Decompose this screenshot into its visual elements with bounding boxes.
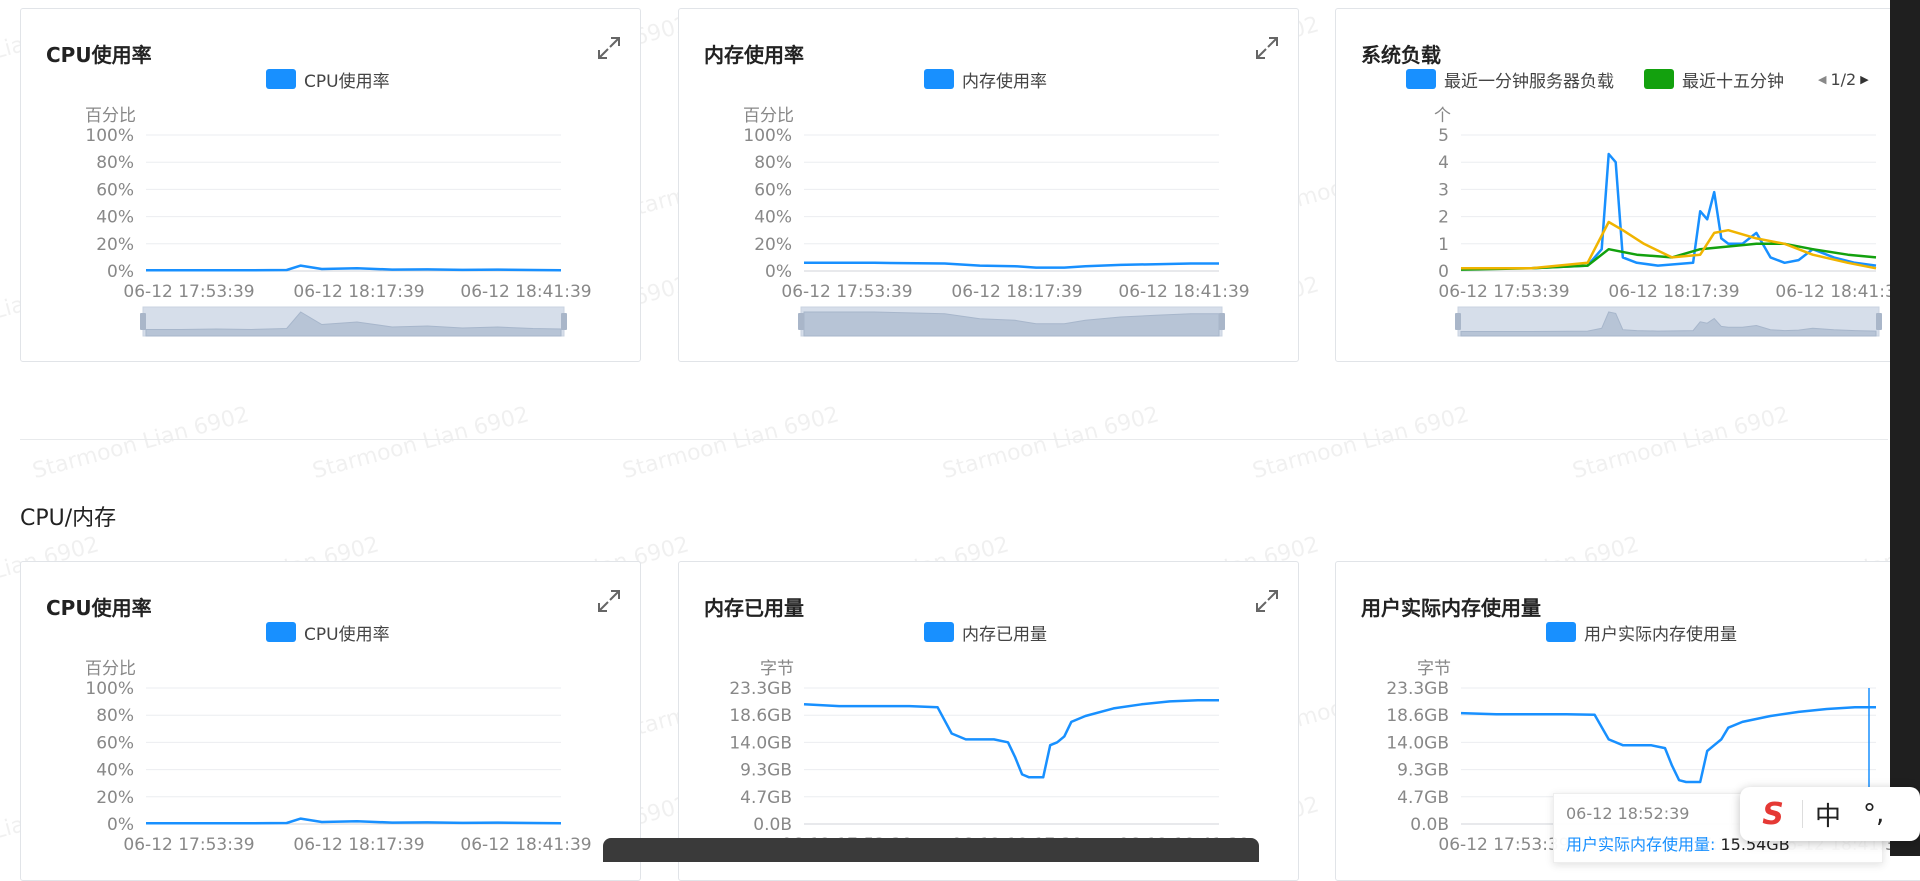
x-tick-label: 06-12 18:17:39	[293, 282, 424, 302]
y-tick-label: 100%	[85, 126, 134, 146]
cpu-usage-card-2: CPU使用率 CPU使用率 百分比 100% 80% 60% 40% 20% 0% 06-12…	[20, 561, 641, 881]
data-zoom-handle-start[interactable]	[1455, 313, 1461, 330]
section-title: CPU/内存	[20, 506, 117, 531]
y-axis-label: 百分比	[743, 106, 794, 126]
data-zoom-handle-end[interactable]	[561, 313, 567, 330]
x-tick-label: 06-12 17:53:39	[123, 835, 254, 855]
series-line	[804, 261, 1219, 269]
memory-used-card: 内存已用量 内存已用量 字节 23.3GB 18.6GB 14.0GB 9.3GB 4.7…	[678, 561, 1299, 881]
data-zoom-handle-end[interactable]	[1876, 313, 1882, 330]
tooltip-label: 用户实际内存使用量:	[1566, 835, 1716, 854]
y-tick-label: 0%	[107, 262, 134, 282]
y-tick-label: 9.3GB	[1397, 761, 1449, 781]
x-tick-label: 06-12 18:17:39	[1608, 282, 1739, 302]
y-tick-label: 0	[1438, 262, 1449, 282]
y-tick-label: 0%	[107, 815, 134, 835]
y-tick-label: 0%	[765, 262, 792, 282]
watermark-text: Starmoon Lian 6902	[620, 402, 842, 485]
y-axis-label: 百分比	[85, 106, 136, 126]
y-axis-label: 字节	[760, 659, 794, 679]
system-load-card: 系统负载 最近一分钟服务器负载 最近十五分钟 ◀ 1/2 ▶ 个 5 4 3 2 1 0 06-12 …	[1335, 8, 1920, 362]
y-tick-label: 60%	[96, 733, 134, 753]
x-tick-label: 06-12 17:53:39	[1438, 835, 1569, 855]
x-tick-label: 06-12 17:53:39	[781, 282, 912, 302]
watermark-text: Starmoon Lian 6902	[30, 402, 252, 485]
y-tick-label: 1	[1438, 235, 1449, 255]
y-tick-label: 20%	[754, 235, 792, 255]
x-tick-label: 06-12 18:17:39	[293, 835, 424, 855]
cpu-usage-card: CPU使用率 CPU使用率 百分比 100% 80% 60% 40% 20% 0% 06-12…	[20, 8, 641, 362]
y-tick-label: 100%	[85, 679, 134, 699]
y-tick-label: 60%	[754, 180, 792, 200]
x-tick-label: 06-12 17:53:39	[123, 282, 254, 302]
series-line	[1460, 706, 1876, 784]
y-tick-label: 14.0GB	[729, 733, 792, 753]
line-chart: 百分比100% 80% 60% 40% 20% 0%06-12 17:53:39 06-12…	[743, 106, 1250, 337]
x-tick-label: 06-12 18:41:39	[1775, 282, 1906, 302]
line-chart: 百分比100% 80% 60% 40% 20% 0%06-12 17:53:39 06-12…	[85, 659, 592, 855]
line-chart: 字节23.3GB18.6GB14.0GB9.3GB4.7GB0.0B06-12 …	[729, 659, 1249, 855]
bottom-scroll-bar[interactable]	[603, 838, 1259, 862]
y-tick-label: 80%	[96, 153, 134, 173]
y-tick-label: 9.3GB	[740, 761, 792, 781]
data-zoom-handle-start[interactable]	[140, 313, 146, 330]
y-tick-label: 40%	[754, 208, 792, 228]
y-tick-label: 3	[1438, 180, 1449, 200]
y-tick-label: 18.6GB	[729, 706, 792, 726]
y-tick-label: 23.3GB	[729, 679, 792, 699]
y-tick-label: 2	[1438, 208, 1449, 228]
series-line	[146, 264, 562, 272]
watermark-text: Starmoon Lian 6902	[1570, 402, 1792, 485]
data-zoom-handle-end[interactable]	[1219, 313, 1225, 330]
x-tick-label: 06-12 18:41:39	[1118, 282, 1249, 302]
y-tick-label: 4	[1438, 153, 1449, 173]
y-tick-label: 23.3GB	[1386, 679, 1449, 699]
y-tick-label: 4.7GB	[1397, 788, 1449, 808]
y-tick-label: 80%	[754, 153, 792, 173]
y-tick-label: 40%	[96, 761, 134, 781]
y-tick-label: 5	[1438, 126, 1449, 146]
y-tick-label: 100%	[743, 126, 792, 146]
x-tick-label: 06-12 18:41:39	[460, 835, 591, 855]
y-tick-label: 4.7GB	[740, 788, 792, 808]
x-tick-label: 06-12 18:41:39	[460, 282, 591, 302]
y-tick-label: 18.6GB	[1386, 706, 1449, 726]
series-line	[1461, 220, 1877, 270]
y-tick-label: 40%	[96, 208, 134, 228]
y-tick-label: 0.0B	[1410, 815, 1449, 835]
ime-toolbar[interactable]: S 中 °,	[1740, 787, 1920, 841]
y-tick-label: 14.0GB	[1386, 733, 1449, 753]
window-edge	[1890, 0, 1920, 856]
watermark-text: Starmoon Lian 6902	[310, 402, 532, 485]
x-tick-label: 06-12 17:53:39	[1438, 282, 1569, 302]
series-line	[803, 699, 1219, 779]
y-axis-label: 百分比	[85, 659, 136, 679]
y-tick-label: 80%	[96, 706, 134, 726]
section-divider	[20, 439, 1888, 440]
line-chart: 百分比100% 80% 60% 40% 20% 0%06-12 17:53:39 06-12…	[85, 106, 592, 337]
watermark-text: Starmoon Lian 6902	[940, 402, 1162, 485]
watermark-text: Starmoon Lian 6902	[1250, 402, 1472, 485]
series-line	[146, 817, 562, 825]
y-axis-label: 字节	[1417, 659, 1451, 679]
ime-separator	[1802, 800, 1803, 828]
y-tick-label: 60%	[96, 180, 134, 200]
memory-usage-card: 内存使用率 内存使用率 百分比 100% 80% 60% 40% 20% 0% 06-12 1…	[678, 8, 1299, 362]
series-line	[1461, 152, 1877, 270]
y-tick-label: 0.0B	[753, 815, 792, 835]
sogou-logo-icon[interactable]: S	[1756, 797, 1790, 832]
y-axis-label: 个	[1434, 106, 1451, 126]
line-chart: 个5 4 3 2 1 006-12 17:53:39 06-12 18:17:39 06-12…	[1434, 106, 1907, 337]
ime-punctuation-toggle[interactable]: °,	[1863, 799, 1884, 829]
ime-language-toggle[interactable]: 中	[1815, 796, 1841, 833]
y-tick-label: 20%	[96, 788, 134, 808]
y-tick-label: 20%	[96, 235, 134, 255]
x-tick-label: 06-12 18:17:39	[951, 282, 1082, 302]
data-zoom-handle-start[interactable]	[798, 313, 804, 330]
